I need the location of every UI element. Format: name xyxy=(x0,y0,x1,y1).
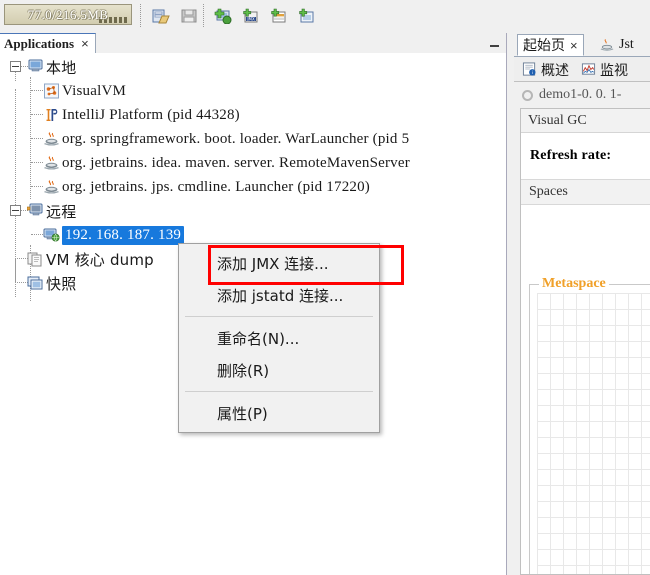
visual-gc-card: Visual GC Refresh rate: Spaces Metaspace xyxy=(520,108,650,575)
add-coredump-icon xyxy=(299,8,314,22)
tree-node-label: VM 核心 dump xyxy=(46,250,154,269)
tree-node-warlauncher[interactable]: org. springframework. boot. loader. WarL… xyxy=(0,127,506,151)
tree-node-label: org. jetbrains. jps. cmdline. Launcher (… xyxy=(62,178,370,195)
view-subtab-bar: i 概述 监视 xyxy=(514,57,650,82)
tab-start-page[interactable]: 起始页 × xyxy=(517,34,584,56)
visualvm-icon xyxy=(44,83,59,99)
close-icon[interactable]: × xyxy=(570,38,578,53)
tree-node-label: 快照 xyxy=(46,274,77,293)
document-tab-bar: 起始页 × Jst xyxy=(514,33,650,57)
visualvm-window: 77.0/216.5MB JMX Applications × 本地 Visua… xyxy=(0,0,650,575)
tree-node-label: VisualVM xyxy=(62,82,127,99)
tab-applications-label: Applications xyxy=(4,36,75,51)
tree-node-remote[interactable]: 远程 xyxy=(0,199,506,223)
tree-node-local[interactable]: 本地 xyxy=(0,55,506,79)
add-remote-host-button[interactable] xyxy=(212,5,234,26)
tree-node-intellij[interactable]: IntelliJ Platform (pid 44328) xyxy=(0,103,506,127)
menu-item-add-jmx-connection[interactable]: 添加 JMX 连接... xyxy=(179,247,379,279)
tree-node-label: IntelliJ Platform (pid 44328) xyxy=(62,106,240,123)
tree-node-label: org. springframework. boot. loader. WarL… xyxy=(62,130,410,147)
menu-separator xyxy=(185,391,373,392)
tab-overview[interactable]: i 概述 xyxy=(518,59,573,80)
expander-collapse-icon[interactable] xyxy=(10,61,21,72)
expander-collapse-icon[interactable] xyxy=(10,205,21,216)
floppy-save-icon xyxy=(181,9,197,22)
tree-node-visualvm[interactable]: VisualVM xyxy=(0,79,506,103)
menu-item-properties[interactable]: 属性(P) xyxy=(179,397,379,429)
add-jmx-connection-button[interactable]: JMX xyxy=(240,5,262,26)
close-icon[interactable]: × xyxy=(81,37,89,50)
application-name-label: demo1-0. 0. 1- xyxy=(539,87,622,102)
tree-node-label: 远程 xyxy=(46,202,77,221)
tree-node-label: org. jetbrains. idea. maven. server. Rem… xyxy=(62,154,410,171)
heap-gauge-label: 77.0/216.5MB xyxy=(27,6,109,22)
open-folder-icon xyxy=(152,9,170,23)
java-icon xyxy=(44,156,59,170)
add-jmx-icon: JMX xyxy=(243,8,258,22)
tab-overview-label: 概述 xyxy=(541,62,569,79)
tab-jstatd-app[interactable]: Jst xyxy=(595,34,639,56)
save-snapshot-button[interactable] xyxy=(178,5,200,26)
metaspace-chart-grid xyxy=(537,293,650,574)
menu-item-rename[interactable]: 重命名(N)... xyxy=(179,322,379,354)
tree-node-label: 本地 xyxy=(46,58,77,77)
add-jstatd-connection-button[interactable] xyxy=(268,5,290,26)
svg-text:JMX: JMX xyxy=(246,16,255,21)
intellij-icon xyxy=(46,109,58,121)
remote-host-context-menu[interactable]: 添加 JMX 连接... 添加 jstatd 连接... 重命名(N)... 删… xyxy=(178,243,380,433)
tab-monitor-label: 监视 xyxy=(600,62,628,79)
minimize-panel-button[interactable] xyxy=(486,36,502,50)
menu-item-add-jstatd-connection[interactable]: 添加 jstatd 连接... xyxy=(179,279,379,311)
tab-monitor[interactable]: 监视 xyxy=(577,59,632,80)
remote-node-icon xyxy=(43,228,60,242)
heap-memory-gauge[interactable]: 77.0/216.5MB xyxy=(4,4,132,25)
metaspace-title: Metaspace xyxy=(539,276,609,292)
svg-text:i: i xyxy=(532,70,533,76)
main-toolbar: 77.0/216.5MB JMX xyxy=(0,0,650,34)
tab-jstatd-app-label: Jst xyxy=(619,37,634,52)
snapshot-icon xyxy=(27,276,43,290)
spaces-label: Spaces xyxy=(529,184,568,199)
menu-item-delete[interactable]: 删除(R) xyxy=(179,354,379,386)
add-host-icon xyxy=(214,8,232,24)
computer-icon xyxy=(28,59,43,72)
status-dot-icon xyxy=(522,89,533,101)
java-icon xyxy=(600,39,614,51)
spaces-section-header: Spaces xyxy=(521,179,650,205)
application-header: demo1-0. 0. 1- xyxy=(514,82,650,108)
metaspace-group: Metaspace xyxy=(529,276,650,574)
toolbar-separator-2 xyxy=(203,4,206,27)
tab-start-page-label: 起始页 xyxy=(523,38,565,54)
visual-gc-card-header: Visual GC xyxy=(521,109,650,133)
coredump-icon xyxy=(27,252,42,267)
refresh-rate-label: Refresh rate: xyxy=(530,148,612,163)
refresh-rate-row: Refresh rate: xyxy=(521,133,650,179)
add-vm-coredump-button[interactable] xyxy=(296,5,318,26)
monitor-icon xyxy=(581,63,596,75)
applications-panel-header: Applications × xyxy=(0,33,506,54)
add-jstatd-icon xyxy=(271,8,286,22)
menu-separator xyxy=(185,316,373,317)
overview-icon: i xyxy=(522,62,536,76)
tree-node-remotemavenserver[interactable]: org. jetbrains. idea. maven. server. Rem… xyxy=(0,151,506,175)
java-icon xyxy=(44,132,59,146)
details-panel: 起始页 × Jst i 概述 监视 demo1-0. 0. 1- Visual … xyxy=(514,33,650,575)
java-icon xyxy=(44,180,59,194)
tree-node-jpslauncher[interactable]: org. jetbrains. jps. cmdline. Launcher (… xyxy=(0,175,506,199)
tab-applications[interactable]: Applications × xyxy=(0,33,96,53)
visual-gc-title: Visual GC xyxy=(528,112,587,128)
tree-node-label: 192. 168. 187. 139 xyxy=(62,225,185,245)
toolbar-separator-1 xyxy=(140,4,143,27)
open-file-button[interactable] xyxy=(150,5,172,26)
remote-host-icon xyxy=(27,203,43,216)
